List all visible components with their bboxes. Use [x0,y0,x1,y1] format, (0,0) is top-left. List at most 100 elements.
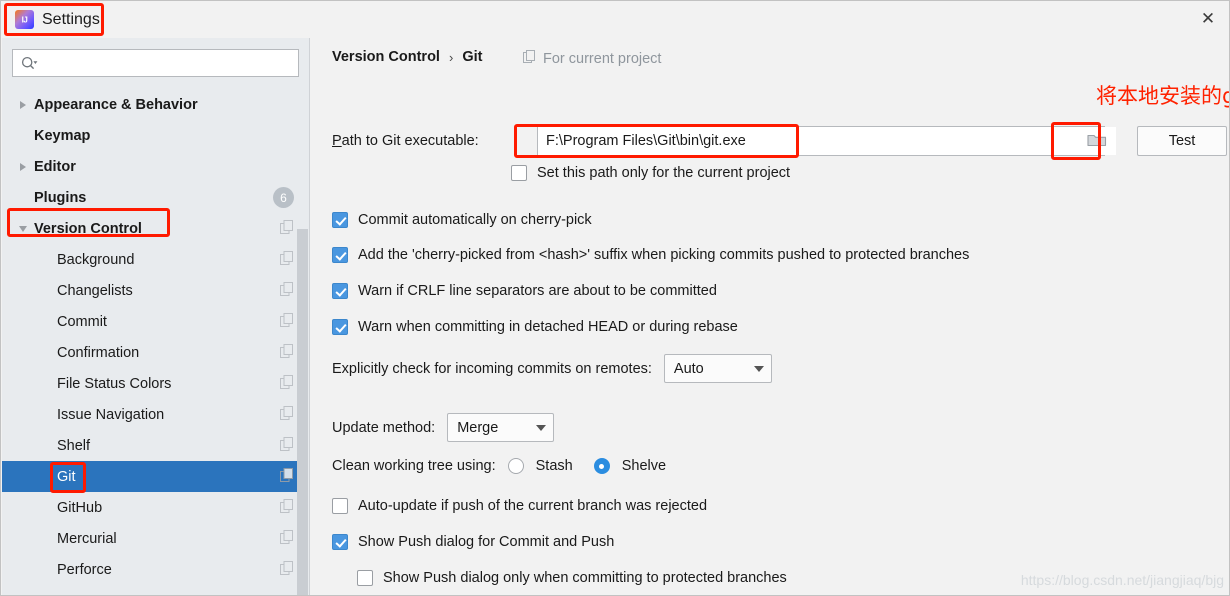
sidebar-item-background[interactable]: Background [2,244,302,275]
breadcrumb-root[interactable]: Version Control [332,49,440,65]
sidebar-item-label: Plugins [34,189,87,206]
sidebar-item-issue-navigation[interactable]: Issue Navigation [2,399,302,430]
sidebar-item-changelists[interactable]: Changelists [2,275,302,306]
chevron-right-icon[interactable] [12,162,34,171]
test-button[interactable]: Test [1137,126,1227,156]
sidebar-item-mercurial[interactable]: Mercurial [2,523,302,554]
sidebar-item-label: Git [57,468,76,485]
incoming-commits-label: Explicitly check for incoming commits on… [332,360,652,377]
sidebar-item-github[interactable]: GitHub [2,492,302,523]
update-method-label: Update method: [332,419,436,436]
copy-icon [523,50,536,67]
sidebar-item-label: Editor [34,158,76,175]
update-method-row: Update method: Merge [332,413,555,442]
checkbox-warn-crlf[interactable] [332,283,348,299]
sidebar-scrollbar-track[interactable] [297,89,309,595]
copy-icon[interactable] [280,344,294,361]
sidebar-item-label: Changelists [57,282,133,299]
sidebar-divider [309,38,310,595]
path-label-mnemonic: P [332,133,342,149]
copy-icon[interactable] [280,313,294,330]
copy-icon[interactable] [280,499,294,516]
breadcrumb-current: Git [462,49,483,65]
option-row[interactable]: Auto-update if push of the current branc… [332,498,707,514]
sidebar-item-label: Perforce [57,561,112,578]
sidebar-item-commit[interactable]: Commit [2,306,302,337]
path-to-git-field[interactable] [537,126,1105,156]
sidebar-item-shelf[interactable]: Shelf [2,430,302,461]
checkbox-warn-detached-head[interactable] [332,319,348,335]
sidebar-item-keymap[interactable]: Keymap [2,120,302,151]
option-label: Show Push dialog for Commit and Push [358,534,615,550]
copy-icon[interactable] [280,530,294,547]
checkbox-commit-automatically-cherry-pick[interactable] [332,212,348,228]
checkbox-show-push-dialog[interactable] [332,534,348,550]
option-row[interactable]: Show Push dialog only when committing to… [357,570,787,586]
incoming-commits-value: Auto [673,360,704,377]
sidebar-item-label: GitHub [57,499,103,516]
copy-icon[interactable] [280,251,294,268]
path-to-git-input[interactable] [538,133,1104,149]
clean-working-tree-label: Clean working tree using: [332,458,496,474]
sidebar-item-git[interactable]: Git [2,461,302,492]
option-label: Warn when committing in detached HEAD or… [358,319,738,335]
option-row[interactable]: Show Push dialog for Commit and Push [332,534,614,550]
checkbox-auto-update-push-rejected[interactable] [332,498,348,514]
settings-sidebar: Appearance & Behavior Keymap Editor Plugins… [2,38,310,595]
copy-icon[interactable] [280,468,294,485]
sidebar-item-appearance-behavior[interactable]: Appearance & Behavior [2,89,302,120]
close-icon[interactable]: ✕ [1185,1,1229,37]
checkbox-add-cherry-picked-suffix[interactable] [332,247,348,263]
option-row[interactable]: Warn if CRLF line separators are about t… [332,283,717,299]
option-row[interactable]: Set this path only for the current proje… [511,165,790,181]
sidebar-item-version-control[interactable]: Version Control [2,213,302,244]
update-method-select[interactable]: Merge [447,413,555,442]
copy-icon[interactable] [280,437,294,454]
for-current-project: For current project [523,50,661,67]
radio-shelve[interactable] [593,458,610,474]
annotation-text: 将本地安装的git.exe关联 [1096,84,1230,108]
option-row[interactable]: Commit automatically on cherry-pick [332,212,592,228]
for-current-project-label: For current project [543,50,662,67]
breadcrumb: Version Control › Git [332,49,482,65]
option-label: Add the 'cherry-picked from <hash>' suff… [358,247,970,263]
search-input[interactable] [38,52,298,74]
folder-icon [1086,132,1107,151]
checkbox-set-path-current-project[interactable] [511,165,527,181]
incoming-commits-select[interactable]: Auto [663,354,772,383]
copy-icon[interactable] [280,220,294,237]
sidebar-item-confirmation[interactable]: Confirmation [2,337,302,368]
settings-tree: Appearance & Behavior Keymap Editor Plugins… [2,89,302,595]
search-icon [21,56,38,71]
option-row[interactable]: Warn when committing in detached HEAD or… [332,319,738,335]
window-title: Settings [42,10,100,28]
sidebar-item-perforce[interactable]: Perforce [2,554,302,585]
chevron-down-icon[interactable] [12,225,34,232]
search-box[interactable] [12,49,299,77]
sidebar-item-label: Mercurial [57,530,117,547]
option-label: Show Push dialog only when committing to… [383,570,787,586]
checkbox-show-push-dialog-protected-only[interactable] [357,570,373,586]
sidebar-scrollbar-thumb[interactable] [297,229,308,595]
option-row[interactable]: Add the 'cherry-picked from <hash>' suff… [332,247,969,263]
browse-folder-button[interactable] [1077,127,1116,155]
copy-icon[interactable] [280,282,294,299]
copy-icon[interactable] [280,406,294,423]
chevron-right-icon[interactable] [12,100,34,109]
chevron-right-glyph [20,162,26,171]
title-bar: Settings ✕ [1,1,1229,38]
copy-icon[interactable] [280,561,294,578]
sidebar-item-plugins[interactable]: Plugins 6 [2,182,302,213]
sidebar-item-file-status-colors[interactable]: File Status Colors [2,368,302,399]
sidebar-item-label: Shelf [57,437,91,454]
sidebar-item-label: Keymap [34,127,91,144]
sidebar-item-label: Issue Navigation [57,406,165,423]
chevron-right-glyph [20,100,26,109]
path-to-git-label: Path to Git executable: [332,133,479,149]
radio-stash[interactable] [507,458,524,474]
sidebar-item-editor[interactable]: Editor [2,151,302,182]
copy-icon[interactable] [280,375,294,392]
breadcrumb-separator-icon: › [448,49,454,65]
clean-working-tree-row: Clean working tree using: Stash Shelve [332,458,666,474]
path-to-git-row: Path to Git executable: Test [332,126,1227,156]
